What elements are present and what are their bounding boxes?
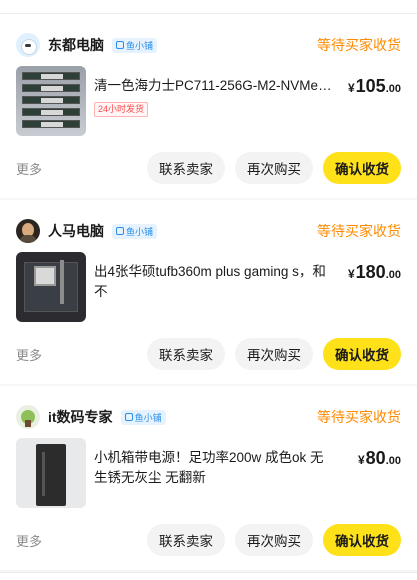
order-actions: 更多 联系卖家 再次购买 确认收货: [16, 338, 401, 370]
previous-card-edge: [0, 0, 417, 14]
ssd-stick: [22, 84, 80, 92]
product-title[interactable]: 小机箱带电源！足功率200w 成色ok 无生锈无灰尘 无翻新: [94, 448, 334, 488]
price-integer: 105: [355, 76, 386, 96]
more-button[interactable]: 更多: [16, 159, 42, 178]
product-price: ¥80.00: [358, 448, 401, 469]
shop-badge: 鱼小铺: [112, 37, 158, 53]
price-currency: ¥: [347, 81, 355, 95]
confirm-receipt-button[interactable]: 确认收货: [323, 524, 401, 556]
price-decimal: .00: [385, 269, 401, 281]
contact-seller-button[interactable]: 联系卖家: [147, 524, 225, 556]
shipping-tag: 24小时发货: [94, 102, 149, 117]
order-status: 等待买家收货: [317, 409, 401, 425]
buy-again-button[interactable]: 再次购买: [235, 524, 313, 556]
action-buttons: 联系卖家 再次购买 确认收货: [147, 152, 401, 184]
order-item[interactable]: 清一色海力士PC711-256G-M2-NVMe固态硬盘 24小时发货 ¥105…: [16, 66, 401, 136]
ssd-stick: [22, 96, 80, 104]
price-integer: 80: [365, 448, 386, 468]
shop-name[interactable]: it数码专家: [48, 407, 113, 427]
order-header: 人马电脑 鱼小铺 等待买家收货: [16, 218, 401, 244]
order-actions: 更多 联系卖家 再次购买 确认收货: [16, 524, 401, 556]
product-thumbnail[interactable]: [16, 66, 86, 136]
order-status: 等待买家收货: [317, 223, 401, 239]
price-currency: ¥: [357, 453, 365, 467]
more-button[interactable]: 更多: [16, 345, 42, 364]
action-buttons: 联系卖家 再次购买 确认收货: [147, 338, 401, 370]
buy-again-button[interactable]: 再次购买: [235, 152, 313, 184]
action-buttons: 联系卖家 再次购买 确认收货: [147, 524, 401, 556]
price-decimal: .00: [385, 83, 401, 95]
shop-badge-label: 鱼小铺: [126, 226, 154, 237]
shop-avatar-icon[interactable]: [16, 405, 40, 429]
contact-seller-button[interactable]: 联系卖家: [147, 338, 225, 370]
confirm-receipt-button[interactable]: 确认收货: [323, 338, 401, 370]
product-price: ¥180.00: [348, 262, 401, 283]
ssd-stick: [22, 72, 80, 80]
shop-badge: 鱼小铺: [112, 223, 158, 239]
order-header: it数码专家 鱼小铺 等待买家收货: [16, 404, 401, 430]
case-image: [36, 444, 66, 506]
price-currency: ¥: [347, 267, 355, 281]
product-title[interactable]: 出4张华硕tufb360m plus gaming s，和不: [94, 262, 334, 302]
order-list: 东都电脑 鱼小铺 等待买家收货 清一色海力士PC711-256G-M2-NVMe…: [0, 0, 417, 580]
order-actions: 更多 联系卖家 再次购买 确认收货: [16, 152, 401, 184]
contact-seller-button[interactable]: 联系卖家: [147, 152, 225, 184]
product-price: ¥105.00: [348, 76, 401, 97]
ram-slot-image: [60, 260, 64, 304]
shop-badge-icon: [124, 413, 133, 421]
more-button[interactable]: 更多: [16, 531, 42, 550]
order-card[interactable]: it数码专家 鱼小铺 等待买家收货 小机箱带电源！足功率200w 成色ok 无生…: [0, 386, 417, 570]
price-integer: 180: [355, 262, 386, 282]
shop-badge: 鱼小铺: [120, 409, 166, 425]
ssd-stick: [22, 108, 80, 116]
order-item[interactable]: 小机箱带电源！足功率200w 成色ok 无生锈无灰尘 无翻新 ¥80.00: [16, 438, 401, 508]
product-title[interactable]: 清一色海力士PC711-256G-M2-NVMe固态硬盘: [94, 76, 340, 96]
order-status: 等待买家收货: [317, 37, 401, 53]
order-item[interactable]: 出4张华硕tufb360m plus gaming s，和不 ¥180.00: [16, 252, 401, 322]
shop-name[interactable]: 人马电脑: [48, 221, 104, 241]
order-card[interactable]: 人马电脑 鱼小铺 等待买家收货 出4张华硕tufb360m plus gamin…: [0, 200, 417, 384]
confirm-receipt-button[interactable]: 确认收货: [323, 152, 401, 184]
product-thumbnail[interactable]: [16, 438, 86, 508]
ssd-stick: [22, 120, 80, 128]
price-decimal: .00: [385, 455, 401, 467]
cpu-socket-image: [34, 266, 56, 286]
next-card-edge: [0, 572, 417, 580]
shop-avatar-icon[interactable]: [16, 219, 40, 243]
buy-again-button[interactable]: 再次购买: [235, 338, 313, 370]
shop-badge-label: 鱼小铺: [134, 412, 162, 423]
shop-badge-label: 鱼小铺: [126, 40, 154, 51]
order-header: 东都电脑 鱼小铺 等待买家收货: [16, 32, 401, 58]
shop-avatar-icon[interactable]: [16, 33, 40, 57]
shop-badge-icon: [116, 41, 124, 49]
order-card[interactable]: 东都电脑 鱼小铺 等待买家收货 清一色海力士PC711-256G-M2-NVMe…: [0, 14, 417, 198]
shop-badge-icon: [116, 227, 124, 235]
product-thumbnail[interactable]: [16, 252, 86, 322]
shop-name[interactable]: 东都电脑: [48, 35, 104, 55]
